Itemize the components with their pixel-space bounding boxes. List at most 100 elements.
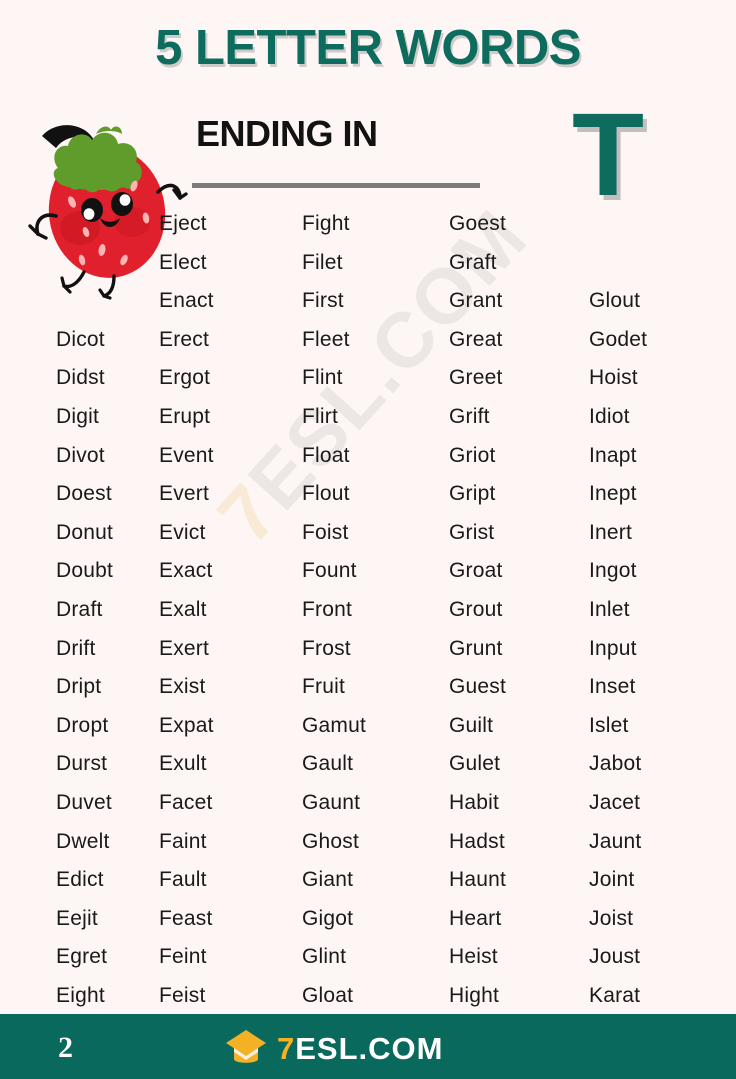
word-item: Divot	[56, 443, 105, 467]
word-item: Egret	[56, 945, 108, 969]
word-item: Great	[449, 327, 503, 351]
word-item: Erupt	[159, 405, 211, 428]
word-item: Guilt	[449, 713, 494, 737]
word-item: Exert	[159, 636, 210, 660]
word-item: Gault	[302, 752, 354, 776]
word-item: Gigot	[302, 906, 354, 930]
word-item: Griot	[449, 443, 496, 467]
word-item: Event	[159, 443, 214, 467]
word-item: Facet	[159, 791, 213, 814]
word-item: Gulet	[449, 752, 501, 776]
word-item: Heart	[449, 906, 502, 930]
word-grid: Dicot Didst Digit Divot Doest Donut Doubt Draft…	[0, 206, 736, 1007]
word-item: Flirt	[302, 405, 338, 428]
word-item: Islet	[589, 713, 629, 737]
word-item: Enact	[159, 289, 214, 313]
word-item: Edict	[56, 868, 104, 892]
word-item: Karat	[589, 984, 641, 1007]
word-item: Filet	[302, 250, 343, 274]
word-item: Inset	[589, 675, 636, 699]
word-item: Front	[302, 598, 353, 621]
graduation-cap-icon	[224, 1028, 268, 1068]
word-column-1: Dicot Didst Digit Divot Doest Donut Doubt Draft…	[0, 206, 145, 1007]
word-item: Guest	[449, 675, 507, 699]
word-item: Eight	[56, 984, 105, 1007]
brand-logo[interactable]: 7ESL.COM	[224, 1028, 443, 1068]
word-item: Hadst	[449, 829, 505, 853]
word-item: Elect	[159, 250, 207, 274]
word-item: Flout	[302, 482, 350, 506]
word-item: Inlet	[589, 598, 630, 621]
word-item: Grout	[449, 598, 503, 621]
word-item: Inept	[589, 482, 637, 506]
word-item: Feint	[159, 945, 207, 969]
word-item: Hight	[449, 984, 500, 1007]
word-item: Grunt	[449, 636, 503, 660]
word-item: Groat	[449, 559, 503, 583]
page-title: 5 LETTER WORDS	[155, 21, 581, 75]
word-item: Jacet	[589, 791, 641, 814]
word-item: Feast	[159, 906, 213, 930]
word-item: Ingot	[589, 559, 637, 583]
subtitle-ending-in: ENDING IN	[196, 113, 378, 154]
word-item: Eejit	[56, 906, 98, 930]
word-item: Inert	[589, 520, 633, 544]
word-item: Goest	[449, 212, 507, 235]
word-item: Dicot	[56, 327, 105, 351]
subtitle-divider	[192, 183, 480, 188]
word-item: Gript	[449, 482, 496, 506]
big-letter-t: T	[572, 89, 645, 221]
word-item: Fruit	[302, 675, 345, 699]
word-item: Grist	[449, 520, 495, 544]
word-item: Faint	[159, 829, 207, 853]
word-item: Foist	[302, 520, 349, 544]
word-item: Exact	[159, 559, 213, 583]
word-item: Didst	[56, 366, 105, 390]
word-item: Expat	[159, 713, 214, 737]
word-item: Doest	[56, 482, 112, 506]
brand-text: 7ESL.COM	[277, 1033, 443, 1064]
brand-prefix: 7	[277, 1030, 296, 1066]
word-item: Duvet	[56, 791, 112, 814]
word-item: Draft	[56, 598, 103, 621]
word-item: Flint	[302, 366, 343, 390]
word-item: Fount	[302, 559, 357, 583]
word-item: Feist	[159, 984, 206, 1007]
word-item: Joist	[589, 906, 634, 930]
word-item: Glint	[302, 945, 347, 969]
word-item: Dript	[56, 675, 102, 699]
word-item: Idiot	[589, 405, 630, 428]
word-item: Glout	[589, 289, 641, 313]
word-item: Donut	[56, 520, 114, 544]
word-item: Evert	[159, 482, 210, 506]
word-item: Fight	[302, 212, 350, 235]
word-item: Fault	[159, 868, 207, 892]
word-item: Gaunt	[302, 791, 361, 814]
word-item: Graft	[449, 250, 497, 274]
word-item: Giant	[302, 868, 354, 892]
word-item: Greet	[449, 366, 503, 390]
word-item: Durst	[56, 752, 108, 776]
word-item: Frost	[302, 636, 351, 660]
word-item: Jabot	[589, 752, 642, 776]
word-column-4: Goest Graft Grant Great Greet Grift Griot Gript…	[435, 206, 573, 1007]
word-item: First	[302, 289, 344, 313]
word-item: Dropt	[56, 713, 109, 737]
word-item: Godet	[589, 327, 648, 351]
word-item: Haunt	[449, 868, 507, 892]
word-item: Digit	[56, 405, 100, 428]
footer-bar: 2 7ESL.COM	[0, 1017, 736, 1079]
word-item: Fleet	[302, 327, 350, 351]
word-item: Gamut	[302, 713, 367, 737]
word-item: Grift	[449, 405, 490, 428]
word-item: Grant	[449, 289, 503, 313]
word-item: Exult	[159, 752, 207, 776]
word-item: Heist	[449, 945, 498, 969]
poster-canvas: 7ESL.COM 5 LETTER WORDS ENDING IN T Dico…	[0, 0, 736, 1079]
word-item: Dwelt	[56, 829, 110, 853]
word-item: Erect	[159, 327, 210, 351]
word-item: Drift	[56, 636, 96, 660]
word-item: Inapt	[589, 443, 637, 467]
word-item: Ghost	[302, 829, 360, 853]
word-item: Joint	[589, 868, 635, 892]
